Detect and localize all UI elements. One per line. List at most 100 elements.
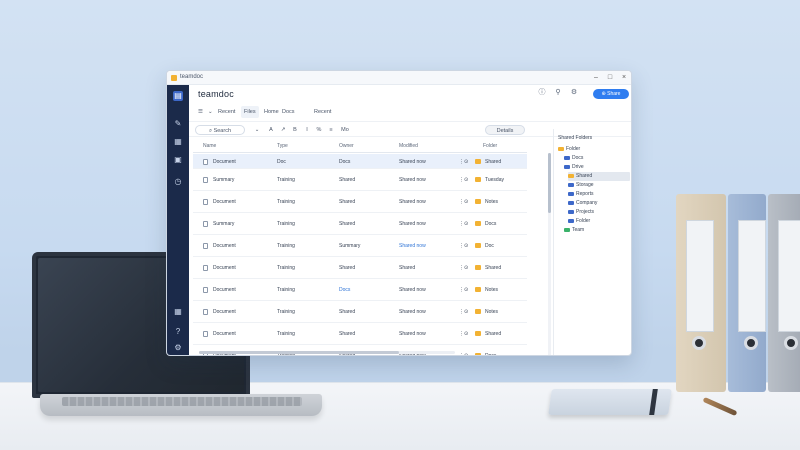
- tree-node-label: Team: [572, 227, 585, 233]
- row-actions-icon[interactable]: ⋮⊙: [459, 331, 468, 337]
- table-row[interactable]: Summary Training Shared Shared now ⋮⊙ Docs: [193, 213, 527, 235]
- binder-gray: [768, 194, 800, 392]
- sidebar-help-icon[interactable]: ?: [173, 327, 183, 337]
- maximize-button[interactable]: □: [605, 72, 615, 83]
- row-actions-icon[interactable]: ⋮⊙: [459, 243, 468, 249]
- column-owner[interactable]: Owner: [339, 143, 354, 149]
- app-window: teamdoc – □ × ▤ ✎ ▦ ▣ ◷ ▦ ? ⚙ teamdoc ⓘ …: [166, 70, 632, 356]
- details-button[interactable]: Details: [485, 125, 525, 135]
- table-row[interactable]: Document Doc Docs Shared now ⋮⊙ Shared: [193, 154, 527, 169]
- folder-icon: [475, 221, 481, 226]
- link-icon[interactable]: ⚲: [553, 88, 563, 98]
- tree-node[interactable]: Reports: [568, 190, 630, 199]
- row-actions-icon[interactable]: ⋮⊙: [459, 159, 468, 165]
- file-owner: Shared: [339, 309, 356, 315]
- row-actions-icon[interactable]: ⋮⊙: [459, 353, 468, 355]
- column-name[interactable]: Name: [203, 143, 216, 149]
- sidebar-files-icon[interactable]: ▦: [173, 137, 183, 147]
- table-row[interactable]: Document Training Shared Shared now ⋮⊙ Notes: [193, 301, 527, 323]
- file-icon: [203, 331, 208, 337]
- file-icon: [203, 243, 208, 249]
- search-label: Search: [213, 128, 232, 134]
- folder-icon: [564, 155, 570, 160]
- tree-node-label: Reports: [576, 191, 594, 197]
- file-type: Training: [277, 287, 295, 293]
- file-folder: Shared: [485, 265, 502, 271]
- file-type: Doc: [277, 159, 286, 165]
- folder-icon: [568, 218, 574, 223]
- column-type[interactable]: Type: [277, 143, 288, 149]
- close-button[interactable]: ×: [619, 72, 629, 83]
- folder-icon: [568, 173, 574, 178]
- file-icon: [203, 159, 208, 165]
- table-row[interactable]: Document Training Summary Shared now ⋮⊙ Doc: [193, 235, 527, 257]
- tool-percent[interactable]: %: [315, 125, 323, 135]
- sidebar-edit-icon[interactable]: ✎: [173, 119, 183, 129]
- tree-node[interactable]: Shared: [568, 172, 630, 181]
- scroll-thumb[interactable]: [548, 153, 551, 213]
- vertical-scrollbar[interactable]: [548, 153, 551, 355]
- table-row[interactable]: Document Training Shared Shared now ⋮⊙ Notes: [193, 191, 527, 213]
- tool-align[interactable]: ≡: [327, 125, 335, 135]
- tool-b[interactable]: B: [291, 125, 299, 135]
- info-icon[interactable]: ⓘ: [537, 88, 547, 98]
- tool-italic[interactable]: I: [303, 125, 311, 135]
- folder-icon: [475, 309, 481, 314]
- file-name: Document: [213, 331, 236, 337]
- tree-header: Shared Folders: [558, 135, 593, 141]
- search-pill[interactable]: ⌕ Search: [195, 125, 245, 135]
- tree-node[interactable]: Projects: [568, 208, 630, 217]
- file-owner: Docs: [339, 287, 351, 293]
- tree-node-label: Folder: [576, 218, 591, 224]
- row-actions-icon[interactable]: ⋮⊙: [459, 287, 468, 293]
- row-actions-icon[interactable]: ⋮⊙: [459, 221, 468, 227]
- tool-a[interactable]: A: [267, 125, 275, 135]
- table-row[interactable]: Document Training Shared Shared now ⋮⊙ Shared: [193, 323, 527, 345]
- folder-icon: [564, 164, 570, 169]
- table-header: Name Type Owner Modified Folder: [193, 139, 527, 153]
- horizontal-scrollbar[interactable]: [199, 351, 455, 354]
- tree-node[interactable]: Docs: [564, 154, 630, 163]
- table-row[interactable]: Summary Training Shared Shared now ⋮⊙ Tuesday: [193, 169, 527, 191]
- table-row[interactable]: Document Training Shared Shared ⋮⊙ Shared: [193, 257, 527, 279]
- file-modified: Shared now: [399, 309, 426, 315]
- hscroll-thumb[interactable]: [199, 351, 399, 354]
- tree-node[interactable]: Folder: [568, 217, 630, 226]
- settings-icon[interactable]: ⚙: [569, 88, 579, 98]
- row-actions-icon[interactable]: ⋮⊙: [459, 199, 468, 205]
- file-name: Summary: [213, 221, 235, 227]
- file-owner: Shared: [339, 199, 356, 205]
- tree-node[interactable]: Company: [568, 199, 630, 208]
- file-icon: [203, 199, 208, 205]
- column-modified[interactable]: Modified: [399, 143, 418, 149]
- table-row[interactable]: Document Training Docs Shared now ⋮⊙ Notes: [193, 279, 527, 301]
- tab-files[interactable]: Files: [241, 106, 259, 118]
- tab-recent[interactable]: Recent: [215, 106, 238, 118]
- share-button[interactable]: ⊕ Share: [593, 89, 629, 99]
- tool-more[interactable]: Mo: [339, 125, 351, 135]
- row-actions-icon[interactable]: ⋮⊙: [459, 265, 468, 271]
- sidebar-folder-icon[interactable]: ▣: [173, 155, 183, 165]
- file-modified: Shared now: [399, 159, 426, 165]
- sidebar-grid-icon[interactable]: ▦: [173, 307, 183, 317]
- tree-node[interactable]: Folder: [558, 145, 630, 154]
- tree-node[interactable]: Storage: [568, 181, 630, 190]
- top-bar: teamdoc ⓘ ⚲ ⚙ ⊕ Share: [189, 85, 631, 103]
- row-actions-icon[interactable]: ⋮⊙: [459, 309, 468, 315]
- folder-icon: [475, 265, 481, 270]
- row-actions-icon[interactable]: ⋮⊙: [459, 177, 468, 183]
- tool-arrow[interactable]: ↗: [279, 125, 287, 135]
- column-folder[interactable]: Folder: [483, 143, 497, 149]
- tree-node[interactable]: Drive: [564, 163, 630, 172]
- tree-node[interactable]: Team: [564, 226, 630, 235]
- file-name: Document: [213, 287, 236, 293]
- tab-docs[interactable]: Docs: [279, 106, 298, 118]
- sidebar-settings-icon[interactable]: ⚙: [173, 343, 183, 353]
- file-name: Document: [213, 309, 236, 315]
- binder-ring: [744, 336, 758, 350]
- tab-recent-docs[interactable]: Recent: [311, 106, 334, 118]
- sidebar-doc-icon[interactable]: ▤: [173, 91, 183, 101]
- dropdown-icon[interactable]: ⌄: [253, 125, 261, 135]
- sidebar-clock-icon[interactable]: ◷: [173, 177, 183, 187]
- minimize-button[interactable]: –: [591, 72, 601, 83]
